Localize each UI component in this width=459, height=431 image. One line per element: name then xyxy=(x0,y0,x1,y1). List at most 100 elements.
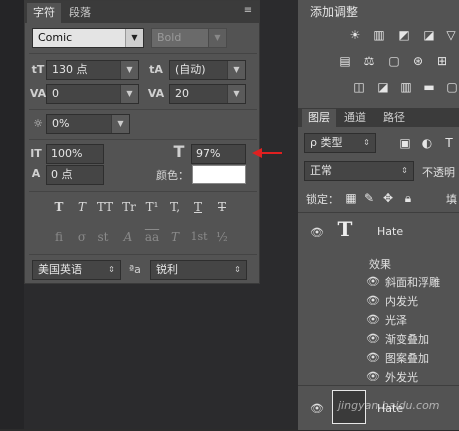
lock-pixels-icon[interactable]: ✎ xyxy=(360,190,378,206)
eye-icon[interactable]: 👁︎ xyxy=(310,226,324,240)
effect-item[interactable]: 光泽 xyxy=(385,312,407,328)
strikethrough-button[interactable]: T xyxy=(213,198,231,216)
old-style-button[interactable]: σ xyxy=(73,228,91,246)
font-size-value: 130 点 xyxy=(52,63,88,76)
layers-tabbar: 图层 通道 路径 xyxy=(298,109,459,127)
baseline-shift-field[interactable]: 0 点 xyxy=(46,165,104,185)
color-balance-icon[interactable]: ⚖ xyxy=(360,53,378,69)
titling-button[interactable]: T xyxy=(166,228,184,246)
eye-icon[interactable]: 👁︎ xyxy=(366,370,380,384)
layer-name[interactable]: Hate xyxy=(377,225,403,238)
tool-strip xyxy=(0,0,24,429)
invert-icon[interactable]: ◫ xyxy=(350,79,368,95)
language-dropdown[interactable]: 美国英语 ⇕ xyxy=(32,260,121,280)
levels-icon[interactable]: ▥ xyxy=(370,27,388,43)
effects-label: 效果 xyxy=(369,258,391,271)
selective-color-icon[interactable]: ▢ xyxy=(443,79,459,95)
underline-button[interactable]: T xyxy=(189,198,207,216)
lock-transparent-icon[interactable]: ▦ xyxy=(342,190,360,206)
blend-mode-dropdown[interactable]: 正常 ⇕ xyxy=(304,161,414,181)
subscript-button[interactable]: T, xyxy=(166,198,184,216)
kerning-field[interactable]: 0 ▼ xyxy=(46,84,139,104)
opacity-label: 不透明 xyxy=(422,166,455,179)
layer-row[interactable]: 👁︎ T Hate xyxy=(298,213,459,249)
font-style-dropdown[interactable]: Bold ▼ xyxy=(151,28,227,48)
effect-item[interactable]: 内发光 xyxy=(385,293,418,309)
eye-icon[interactable]: 👁︎ xyxy=(366,332,380,346)
layer-filter-dropdown[interactable]: ρ 类型 ⇕ xyxy=(304,133,376,153)
faux-bold-button[interactable]: T xyxy=(50,198,68,216)
lock-position-icon[interactable]: ✥ xyxy=(379,190,397,206)
ordinals-button[interactable]: 1st xyxy=(187,228,211,246)
small-caps-button[interactable]: Tr xyxy=(119,198,139,216)
vertical-scale-icon: IT xyxy=(30,147,42,160)
gradient-map-icon[interactable]: ▬ xyxy=(420,79,438,95)
curves-icon[interactable]: ◩ xyxy=(395,27,413,43)
posterize-icon[interactable]: ◪ xyxy=(374,79,392,95)
tab-character[interactable]: 字符 xyxy=(27,3,61,23)
horizontal-scale-field[interactable]: 97% xyxy=(191,144,246,164)
chevron-updown-icon: ⇕ xyxy=(396,162,413,180)
tab-paragraph[interactable]: 段落 xyxy=(63,3,97,23)
color-swatch[interactable] xyxy=(192,165,246,184)
adjustment-filter-icon[interactable]: ◐ xyxy=(418,135,436,151)
chevron-down-icon: ▼ xyxy=(111,115,129,133)
eye-icon[interactable]: 👁︎ xyxy=(366,294,380,308)
photo-filter-icon[interactable]: ⊛ xyxy=(409,53,427,69)
font-size-field[interactable]: 130 点 ▼ xyxy=(46,60,139,80)
tab-paths[interactable]: 路径 xyxy=(377,109,411,127)
red-arrow-icon xyxy=(252,148,282,158)
eye-icon[interactable]: 👁︎ xyxy=(310,402,324,416)
font-family-dropdown[interactable]: Comic ▼ xyxy=(32,28,144,48)
tab-layers[interactable]: 图层 xyxy=(302,109,336,127)
hue-saturation-icon[interactable]: ▤ xyxy=(336,53,354,69)
lock-all-icon[interactable]: 🔒︎ xyxy=(399,190,417,206)
black-white-icon[interactable]: ▢ xyxy=(385,53,403,69)
exposure-icon[interactable]: ◪ xyxy=(420,27,438,43)
chevron-down-icon: ▼ xyxy=(120,85,138,103)
brightness-icon[interactable]: ☀ xyxy=(346,27,364,43)
tsume-value: 0% xyxy=(52,117,70,130)
adjustments-title: 添加调整 xyxy=(310,5,359,19)
image-filter-icon[interactable]: ▣ xyxy=(396,135,414,151)
eye-icon[interactable]: 👁︎ xyxy=(366,275,380,289)
chevron-updown-icon: ⇕ xyxy=(358,134,375,152)
eye-icon[interactable]: 👁︎ xyxy=(366,351,380,365)
divider xyxy=(29,109,257,110)
panel-menu-icon[interactable]: ≡ xyxy=(241,5,255,17)
leading-field[interactable]: (自动) ▼ xyxy=(169,60,246,80)
language-value: 美国英语 xyxy=(38,263,82,276)
faux-italic-button[interactable]: T xyxy=(73,198,91,216)
stylistic-alternates-button[interactable]: aa xyxy=(141,228,163,246)
tracking-field[interactable]: 20 ▼ xyxy=(169,84,246,104)
tsume-field[interactable]: 0% ▼ xyxy=(46,114,130,134)
chevron-down-icon: ▼ xyxy=(125,29,143,47)
font-family-value: Comic xyxy=(38,31,73,44)
effect-item[interactable]: 图案叠加 xyxy=(385,350,429,366)
all-caps-button[interactable]: TT xyxy=(94,198,116,216)
chevron-down-icon: ▼ xyxy=(120,61,138,79)
superscript-button[interactable]: T¹ xyxy=(143,198,161,216)
fractions-button[interactable]: ½ xyxy=(213,228,231,246)
type-filter-icon[interactable]: T xyxy=(440,135,458,151)
divider xyxy=(29,139,257,140)
ligatures-button[interactable]: fi xyxy=(50,228,68,246)
threshold-icon[interactable]: ▥ xyxy=(397,79,415,95)
tab-channels[interactable]: 通道 xyxy=(338,109,372,127)
antialias-dropdown[interactable]: 锐利 ⇕ xyxy=(150,260,247,280)
character-panel: 字符 段落 ≡ Comic ▼ Bold ▼ tT 130 点 ▼ tA (自动… xyxy=(24,0,260,284)
vertical-scale-field[interactable]: 100% xyxy=(46,144,104,164)
font-style-value: Bold xyxy=(157,31,182,44)
swash-button[interactable]: A xyxy=(119,228,137,246)
color-label: 颜色： xyxy=(156,169,189,182)
effect-item[interactable]: 外发光 xyxy=(385,369,418,385)
channel-mixer-icon[interactable]: ⊞ xyxy=(433,53,451,69)
discretionary-ligatures-button[interactable]: st xyxy=(94,228,112,246)
vibrance-icon[interactable]: ▽ xyxy=(442,27,459,43)
eye-icon[interactable]: 👁︎ xyxy=(366,313,380,327)
effect-item[interactable]: 渐变叠加 xyxy=(385,331,429,347)
fill-label: 填 xyxy=(446,193,457,206)
effect-item[interactable]: 斜面和浮雕 xyxy=(385,274,440,290)
kerning-value: 0 xyxy=(52,87,59,100)
divider xyxy=(29,191,257,192)
